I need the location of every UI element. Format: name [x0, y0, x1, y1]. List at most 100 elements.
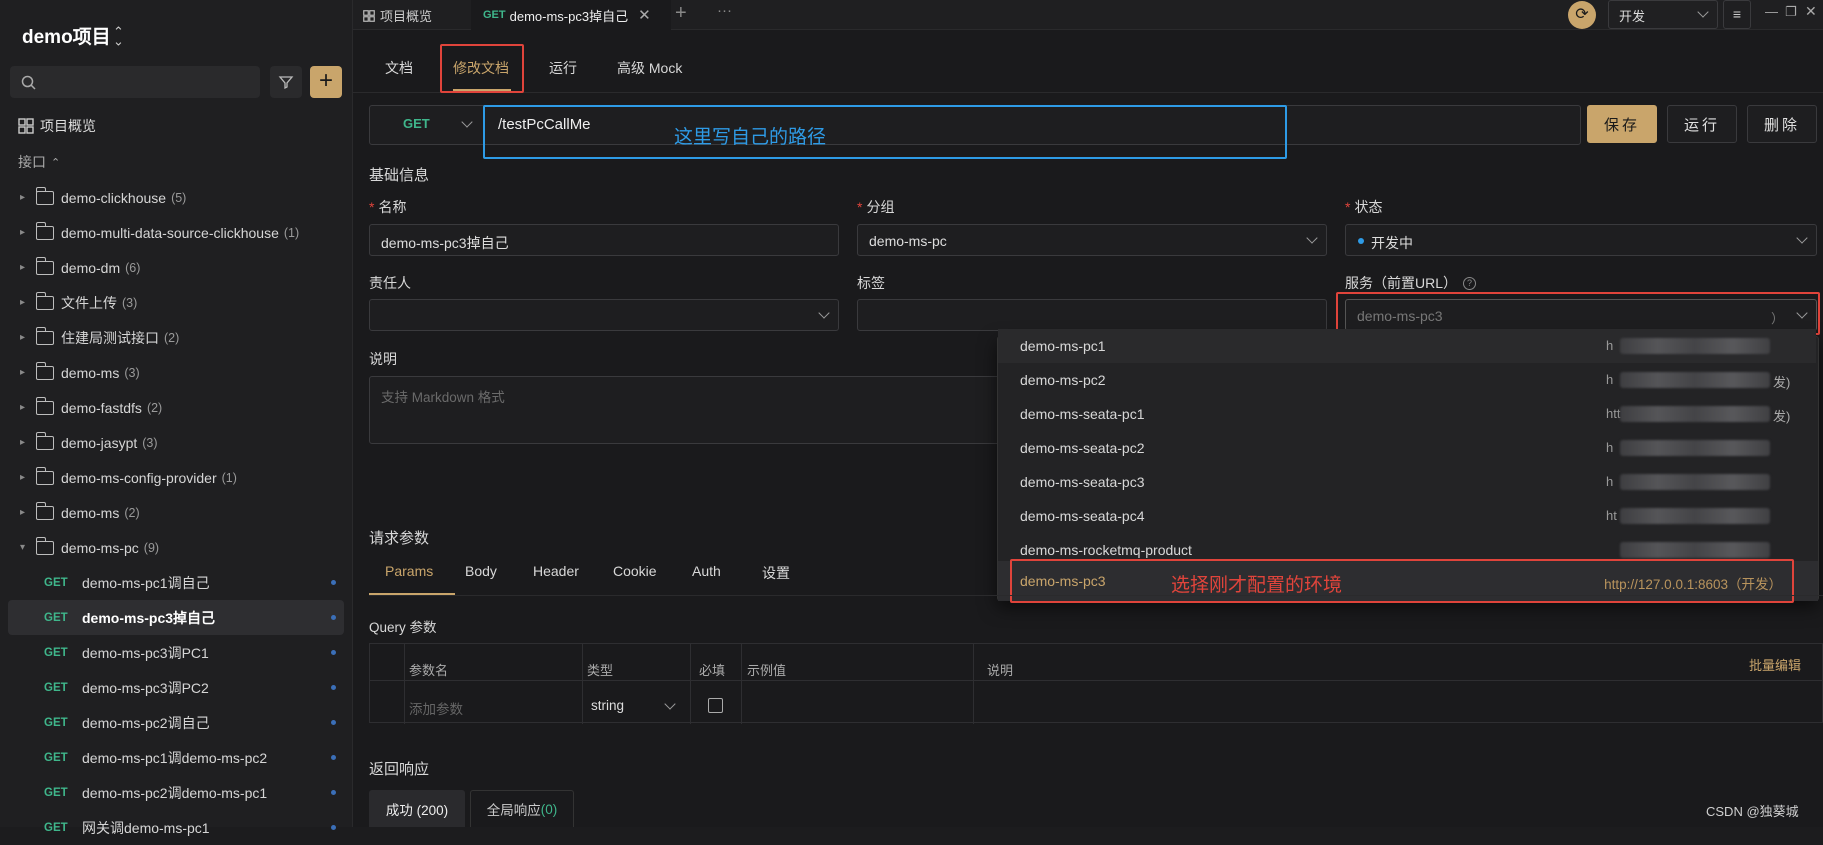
caret-right-icon[interactable]: ▸ [20, 262, 30, 273]
folder-item[interactable]: ▸ demo-fastdfs (2) [0, 390, 353, 425]
dropdown-option-name: demo-ms-seata-pc2 [1020, 440, 1145, 456]
dropdown-option-url-head: h [1606, 338, 1614, 353]
type-select[interactable]: string [591, 698, 624, 713]
dropdown-option[interactable]: demo-ms-seata-pc2 h [998, 431, 1816, 465]
api-item[interactable]: GET demo-ms-pc1调自己 [8, 565, 344, 600]
col-divider [690, 644, 691, 724]
api-item[interactable]: GET demo-ms-pc3调PC2 [8, 670, 344, 705]
folder-item[interactable]: ▸ demo-ms (3) [0, 355, 353, 390]
tab-auth[interactable]: Auth [692, 563, 721, 579]
dropdown-option-name: demo-ms-seata-pc1 [1020, 406, 1145, 422]
tab-doc[interactable]: 文档 [385, 58, 413, 78]
dropdown-option-name: demo-ms-pc1 [1020, 338, 1106, 354]
api-name: demo-ms-pc3调PC1 [82, 644, 209, 661]
chevron-down-icon [1697, 6, 1709, 18]
method-select[interactable]: GET [403, 116, 430, 131]
caret-right-icon[interactable]: ▸ [20, 227, 30, 238]
search-input[interactable] [10, 66, 260, 98]
col-divider [582, 644, 583, 724]
tab-project-overview[interactable]: 项目概览 [363, 6, 432, 25]
col-header-desc: 说明 [987, 663, 1014, 678]
folder-item[interactable]: ▸ demo-ms-config-provider (1) [0, 460, 353, 495]
name-field[interactable]: demo-ms-pc3掉自己 [369, 224, 839, 256]
caret-right-icon[interactable]: ▸ [20, 367, 30, 378]
api-item[interactable]: GET demo-ms-pc1调demo-ms-pc2 [8, 740, 344, 775]
folder-item[interactable]: ▸ 文件上传 (3) [0, 285, 353, 320]
api-item[interactable]: GET demo-ms-pc3调PC1 [8, 635, 344, 670]
desc-label: 说明 [369, 351, 397, 367]
minimize-icon[interactable]: — [1765, 4, 1778, 19]
add-button[interactable]: + [310, 66, 342, 98]
status-select[interactable]: 开发中 [1345, 224, 1817, 256]
dropdown-option[interactable]: demo-ms-pc2 h 发) [998, 363, 1816, 397]
caret-right-icon[interactable]: ▸ [20, 192, 30, 203]
tab-project-overview-label: 项目概览 [380, 9, 433, 24]
group-select[interactable]: demo-ms-pc [857, 224, 1327, 256]
folder-name: demo-dm [61, 259, 121, 276]
tags-input[interactable] [857, 299, 1327, 331]
save-button[interactable]: 保存 [1587, 105, 1657, 143]
folder-item[interactable]: ▸ demo-multi-data-source-clickhouse (1) [0, 215, 353, 250]
folder-item[interactable]: ▸ demo-jasypt (3) [0, 425, 353, 460]
window-close-icon[interactable]: ✕ [1805, 3, 1817, 20]
updown-chevron-icon-lower: ⌃ [113, 33, 124, 48]
api-status-dot [331, 720, 336, 725]
tab-response-success[interactable]: 成功 (200) [369, 790, 465, 827]
tab-advanced-mock[interactable]: 高级 Mock [617, 58, 682, 78]
owner-select[interactable] [369, 299, 839, 331]
tab-header[interactable]: Header [533, 563, 579, 579]
help-icon[interactable]: ? [1463, 276, 1477, 290]
close-icon[interactable]: ✕ [638, 6, 651, 24]
project-title[interactable]: demo项目 [22, 22, 111, 49]
sidebar-item-overview[interactable]: 项目概览 [18, 116, 96, 136]
restore-icon[interactable]: ❐ [1785, 4, 1797, 20]
delete-button[interactable]: 删除 [1747, 105, 1817, 143]
tab-response-global[interactable]: 全局响应 (0) [470, 790, 574, 827]
env-select[interactable]: 开发 [1608, 0, 1718, 29]
api-item[interactable]: GET demo-ms-pc3掉自己 [8, 600, 344, 635]
dropdown-option[interactable]: demo-ms-pc1 h [998, 329, 1816, 363]
folder-item[interactable]: ▸ demo-dm (6) [0, 250, 353, 285]
redacted-url [1620, 542, 1770, 558]
dropdown-option-name: demo-ms-seata-pc4 [1020, 508, 1145, 524]
caret-right-icon[interactable]: ▸ [20, 402, 30, 413]
tab-response-global-label: 全局响应 [486, 803, 541, 818]
caret-right-icon[interactable]: ▸ [20, 297, 30, 308]
api-item[interactable]: GET demo-ms-pc2调自己 [8, 705, 344, 740]
folder-name: demo-jasypt [61, 434, 138, 451]
folder-item[interactable]: ▾ demo-ms-pc (9) [0, 530, 353, 565]
add-param-input[interactable]: 添加参数 [409, 698, 463, 718]
caret-right-icon[interactable]: ▸ [20, 437, 30, 448]
caret-right-icon[interactable]: ▸ [20, 507, 30, 518]
api-status-dot [331, 685, 336, 690]
dropdown-option[interactable]: demo-ms-seata-pc4 ht [998, 499, 1816, 533]
required-checkbox[interactable] [708, 698, 723, 713]
folder-count: (1) [221, 470, 237, 485]
caret-right-icon[interactable]: ▸ [20, 332, 30, 343]
folder-item[interactable]: ▸ demo-ms (2) [0, 495, 353, 530]
tab-settings[interactable]: 设置 [762, 563, 790, 583]
dropdown-option[interactable]: demo-ms-seata-pc1 htt 发) [998, 397, 1816, 431]
highlight-box-path [483, 105, 1287, 159]
sync-icon[interactable]: ⟳ [1568, 1, 1596, 29]
tab-active-api[interactable]: GET demo-ms-pc3掉自己 ✕ [471, 0, 671, 30]
api-item[interactable]: GET 网关调demo-ms-pc1 [8, 810, 344, 845]
more-icon[interactable]: ··· [717, 2, 732, 19]
menu-icon[interactable]: ≡ [1723, 0, 1751, 29]
folder-item[interactable]: ▸ demo-clickhouse (5) [0, 180, 353, 215]
tab-cookie[interactable]: Cookie [613, 563, 657, 579]
tab-body[interactable]: Body [465, 563, 497, 579]
section-interfaces[interactable]: 接口 ⌃ [18, 152, 60, 172]
run-button[interactable]: 运行 [1667, 105, 1737, 143]
api-item[interactable]: GET demo-ms-pc2调demo-ms-pc1 [8, 775, 344, 810]
dropdown-option[interactable]: demo-ms-seata-pc3 h [998, 465, 1816, 499]
bulk-edit-link[interactable]: 批量编辑 [1749, 655, 1801, 674]
tab-params[interactable]: Params [385, 563, 433, 579]
api-status-dot [331, 790, 336, 795]
caret-right-icon[interactable]: ▸ [20, 472, 30, 483]
tab-run[interactable]: 运行 [549, 58, 577, 78]
new-tab-plus-icon[interactable]: + [675, 2, 687, 25]
folder-item[interactable]: ▸ 住建局测试接口 (2) [0, 320, 353, 355]
filter-button[interactable] [270, 66, 302, 98]
caret-down-icon[interactable]: ▾ [20, 542, 30, 553]
